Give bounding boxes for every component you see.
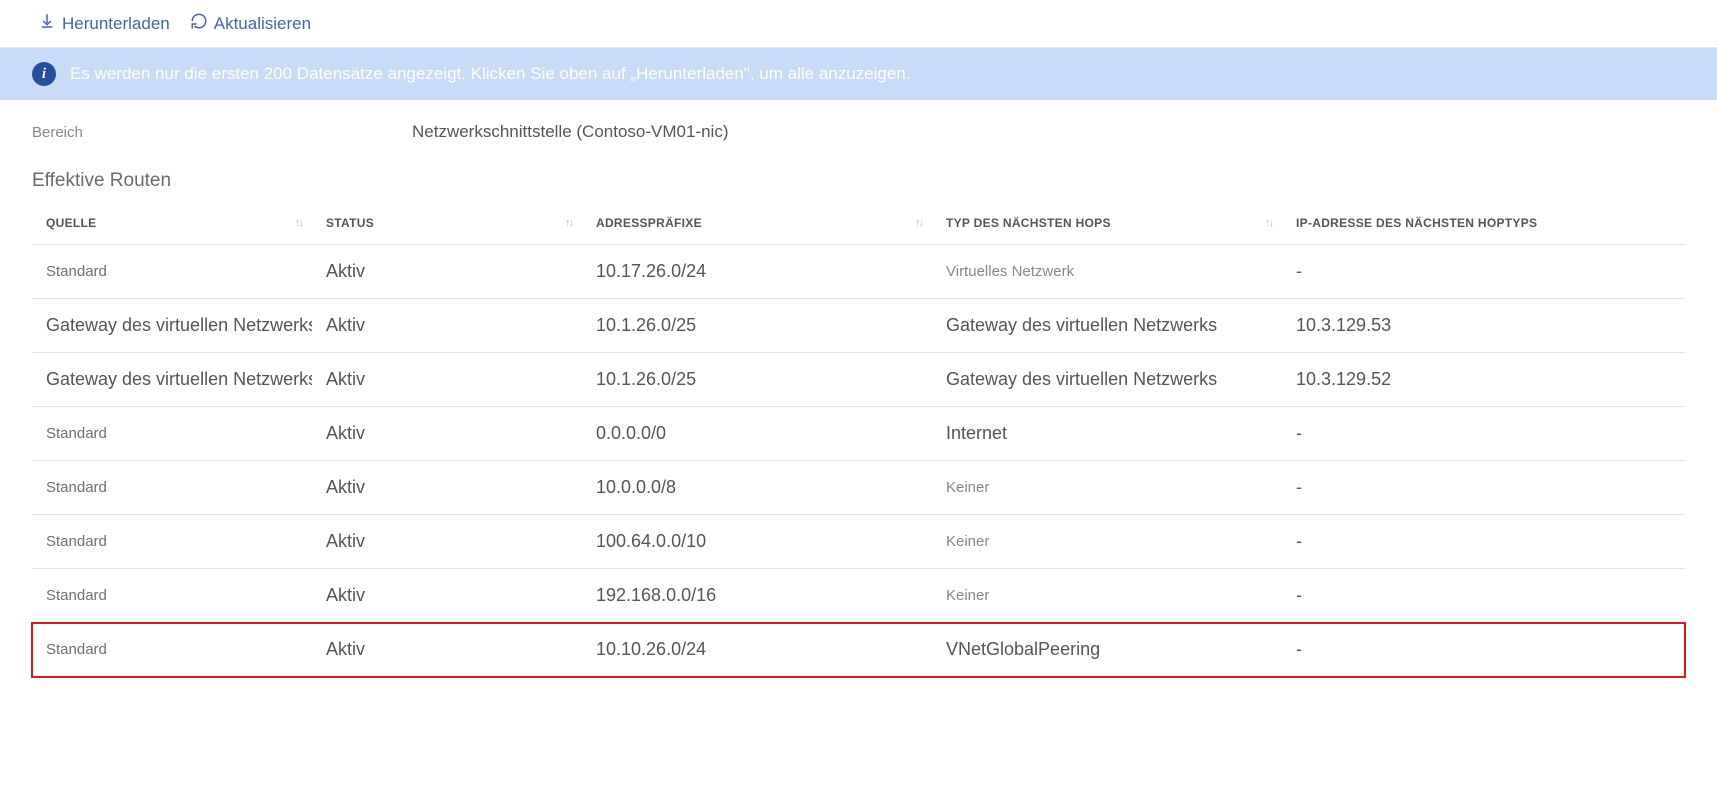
scope-value: Netzwerkschnittstelle (Contoso-VM01-nic) [412, 122, 729, 142]
cell-source: Gateway des virtuellen Netzwerks [32, 353, 312, 407]
cell-source: Standard [32, 515, 312, 569]
scope-row: Bereich Netzwerkschnittstelle (Contoso-V… [0, 100, 1717, 152]
download-button[interactable]: Herunterladen [32, 8, 176, 39]
download-icon [38, 12, 56, 35]
cell-nexthop-type: Internet [932, 407, 1282, 461]
cell-nexthop-type: Gateway des virtuellen Netzwerks [932, 299, 1282, 353]
table-row[interactable]: StandardAktiv0.0.0.0/0Internet- [32, 407, 1685, 461]
cell-source: Standard [32, 407, 312, 461]
cell-prefix: 0.0.0.0/0 [582, 407, 932, 461]
refresh-button[interactable]: Aktualisieren [184, 8, 317, 39]
cell-status: Aktiv [312, 623, 582, 677]
cell-prefix: 10.1.26.0/25 [582, 299, 932, 353]
routes-table: QUELLE ↑↓ STATUS ↑↓ ADRESSPRÄFIXE ↑↓ TYP DE… [32, 202, 1685, 677]
table-row[interactable]: Gateway des virtuellen NetzwerksAktiv10.… [32, 299, 1685, 353]
cell-prefix: 10.0.0.0/8 [582, 461, 932, 515]
toolbar: Herunterladen Aktualisieren [0, 0, 1717, 48]
cell-nexthop-type: VNetGlobalPeering [932, 623, 1282, 677]
cell-source: Standard [32, 245, 312, 299]
cell-nexthop-type: Gateway des virtuellen Netzwerks [932, 353, 1282, 407]
cell-prefix: 192.168.0.0/16 [582, 569, 932, 623]
sort-icon: ↑↓ [915, 217, 922, 229]
cell-status: Aktiv [312, 299, 582, 353]
cell-nexthop-type: Keiner [932, 569, 1282, 623]
cell-nexthop-ip: 10.3.129.53 [1282, 299, 1685, 353]
info-banner-text: Es werden nur die ersten 200 Datensätze … [70, 64, 911, 84]
download-label: Herunterladen [62, 14, 170, 34]
cell-nexthop-ip: - [1282, 623, 1685, 677]
cell-status: Aktiv [312, 515, 582, 569]
cell-source: Standard [32, 623, 312, 677]
cell-nexthop-ip: - [1282, 461, 1685, 515]
col-status[interactable]: STATUS ↑↓ [312, 202, 582, 245]
col-nexthop-ip[interactable]: IP-ADRESSE DES NÄCHSTEN HOPTYPS [1282, 202, 1685, 245]
cell-nexthop-ip: - [1282, 569, 1685, 623]
cell-source: Gateway des virtuellen Netzwerks [32, 299, 312, 353]
section-title: Effektive Routen [0, 152, 1717, 202]
cell-status: Aktiv [312, 245, 582, 299]
col-status-label: STATUS [326, 216, 374, 230]
cell-prefix: 10.1.26.0/25 [582, 353, 932, 407]
col-hop-label: TYP DES NÄCHSTEN HOPS [946, 216, 1111, 230]
cell-prefix: 100.64.0.0/10 [582, 515, 932, 569]
refresh-label: Aktualisieren [214, 14, 311, 34]
cell-source: Standard [32, 461, 312, 515]
col-ip-label: IP-ADRESSE DES NÄCHSTEN HOPTYPS [1296, 216, 1537, 230]
col-prefixes-label: ADRESSPRÄFIXE [596, 216, 702, 230]
sort-icon: ↑↓ [295, 217, 302, 229]
col-source-label: QUELLE [46, 216, 96, 230]
col-prefixes[interactable]: ADRESSPRÄFIXE ↑↓ [582, 202, 932, 245]
cell-status: Aktiv [312, 353, 582, 407]
scope-label: Bereich [32, 124, 412, 141]
cell-nexthop-type: Virtuelles Netzwerk [932, 245, 1282, 299]
table-row[interactable]: StandardAktiv10.0.0.0/8Keiner- [32, 461, 1685, 515]
cell-status: Aktiv [312, 407, 582, 461]
table-header-row: QUELLE ↑↓ STATUS ↑↓ ADRESSPRÄFIXE ↑↓ TYP DE… [32, 202, 1685, 245]
col-nexthop-type[interactable]: TYP DES NÄCHSTEN HOPS ↑↓ [932, 202, 1282, 245]
cell-nexthop-ip: 10.3.129.52 [1282, 353, 1685, 407]
cell-status: Aktiv [312, 569, 582, 623]
cell-nexthop-ip: - [1282, 407, 1685, 461]
table-row[interactable]: StandardAktiv10.17.26.0/24Virtuelles Net… [32, 245, 1685, 299]
table-row[interactable]: StandardAktiv10.10.26.0/24VNetGlobalPeer… [32, 623, 1685, 677]
col-source[interactable]: QUELLE ↑↓ [32, 202, 312, 245]
info-banner: i Es werden nur die ersten 200 Datensätz… [0, 48, 1717, 100]
cell-nexthop-ip: - [1282, 245, 1685, 299]
cell-status: Aktiv [312, 461, 582, 515]
table-row[interactable]: Gateway des virtuellen NetzwerksAktiv10.… [32, 353, 1685, 407]
cell-nexthop-type: Keiner [932, 515, 1282, 569]
cell-nexthop-type: Keiner [932, 461, 1282, 515]
cell-nexthop-ip: - [1282, 515, 1685, 569]
cell-source: Standard [32, 569, 312, 623]
sort-icon: ↑↓ [565, 217, 572, 229]
sort-icon: ↑↓ [1265, 217, 1272, 229]
table-row[interactable]: StandardAktiv100.64.0.0/10Keiner- [32, 515, 1685, 569]
cell-prefix: 10.17.26.0/24 [582, 245, 932, 299]
info-icon: i [32, 62, 56, 86]
table-row[interactable]: StandardAktiv192.168.0.0/16Keiner- [32, 569, 1685, 623]
cell-prefix: 10.10.26.0/24 [582, 623, 932, 677]
refresh-icon [190, 12, 208, 35]
